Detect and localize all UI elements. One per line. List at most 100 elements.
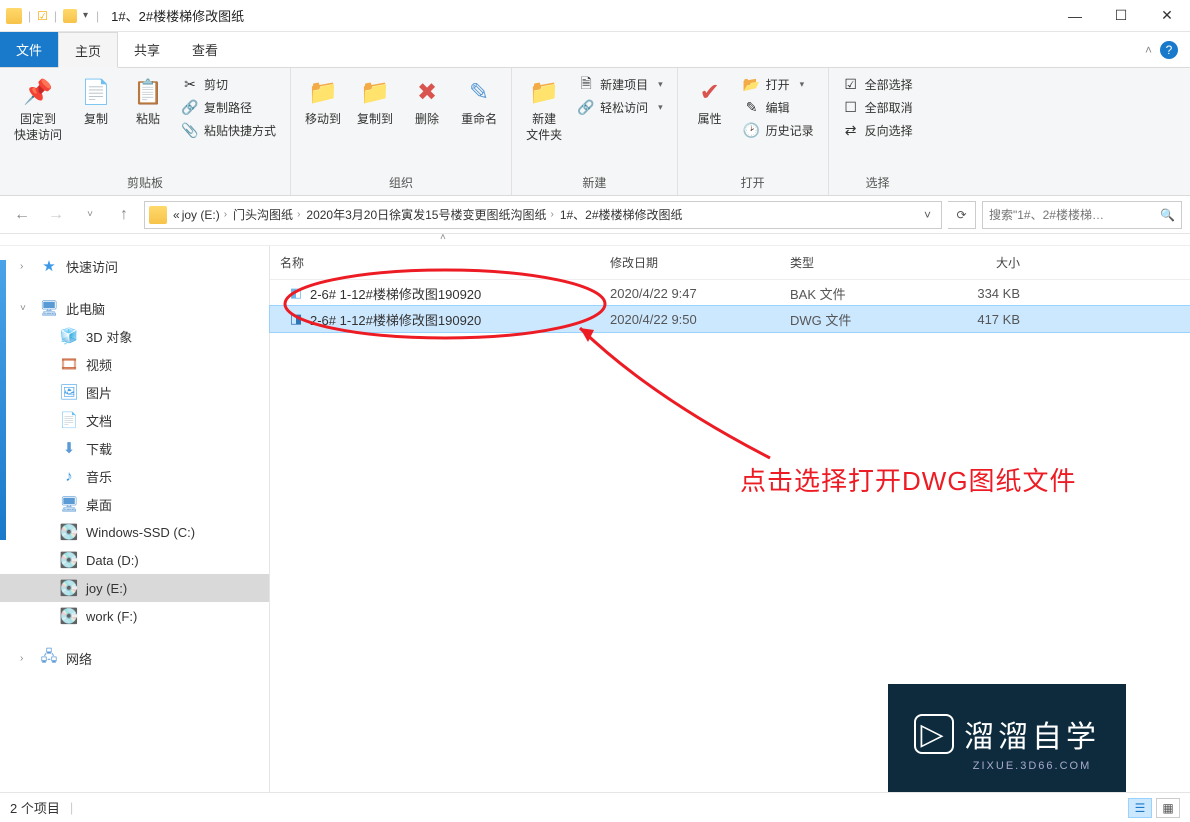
nav-this-pc[interactable]: ˅🖥此电脑 (0, 294, 269, 322)
folder-small-icon[interactable] (63, 9, 77, 23)
nav-documents[interactable]: 📄文档 (0, 406, 269, 434)
nav-drive-e[interactable]: 💽joy (E:) (0, 574, 269, 602)
group-select: ☑全部选择 ☐全部取消 ⇄反向选择 选择 (829, 68, 927, 195)
col-type[interactable]: 类型 (780, 254, 930, 271)
back-button[interactable]: ← (8, 201, 36, 229)
star-icon: ★ (40, 257, 58, 275)
file-size: 334 KB (930, 286, 1030, 301)
tab-home[interactable]: 主页 (58, 32, 118, 68)
search-icon[interactable]: 🔍 (1160, 208, 1175, 222)
expand-icon[interactable]: › (20, 261, 32, 272)
delete-button[interactable]: ✖删除 (401, 72, 453, 132)
nav-pictures[interactable]: 🖼图片 (0, 378, 269, 406)
newfolder-button[interactable]: 📁新建 文件夹 (518, 72, 570, 147)
easyaccess-icon: 🔗 (578, 100, 594, 116)
file-date: 2020/4/22 9:47 (600, 286, 780, 301)
breadcrumb-item[interactable]: 2020年3月20日徐寅发15号楼变更图纸沟图纸› (306, 206, 557, 223)
network-icon: 🖧 (40, 649, 58, 667)
breadcrumb-bar[interactable]: « joy (E:)› 门头沟图纸› 2020年3月20日徐寅发15号楼变更图纸… (144, 201, 942, 229)
tab-share[interactable]: 共享 (118, 32, 176, 67)
file-row[interactable]: ◨2-6# 1-12#楼梯修改图190920 2020/4/22 9:50 DW… (270, 306, 1190, 332)
easyaccess-button[interactable]: 🔗轻松访问▾ (574, 97, 667, 118)
properties-button[interactable]: ✔属性 (684, 72, 736, 132)
nav-videos[interactable]: 🎞视频 (0, 350, 269, 378)
tab-file[interactable]: 文件 (0, 32, 58, 67)
pin-quickaccess-button[interactable]: 📌固定到 快速访问 (6, 72, 70, 147)
breadcrumb-item[interactable]: joy (E:)› (182, 208, 231, 222)
close-button[interactable]: ✕ (1144, 0, 1190, 32)
expand-icon[interactable]: › (20, 653, 32, 664)
nav-desktop[interactable]: 🖥桌面 (0, 490, 269, 518)
nav-3d-objects[interactable]: 🧊3D 对象 (0, 322, 269, 350)
refresh-button[interactable]: ⟳ (948, 201, 976, 229)
expand-icon[interactable]: ˅ (20, 303, 32, 314)
cube-icon: 🧊 (60, 327, 78, 345)
file-type: BAK 文件 (780, 284, 930, 303)
col-size[interactable]: 大小 (930, 254, 1030, 271)
chevron-right-icon[interactable]: › (293, 209, 304, 220)
chevron-up-icon[interactable]: ˄ (440, 232, 446, 243)
copy-button[interactable]: 📄复制 (70, 72, 122, 132)
search-box[interactable]: 🔍 (982, 201, 1182, 229)
forward-button[interactable]: → (42, 201, 70, 229)
col-name[interactable]: 名称 (270, 254, 600, 271)
moveto-button[interactable]: 📁移动到 (297, 72, 349, 132)
nav-network[interactable]: ›🖧网络 (0, 644, 269, 672)
icons-view-button[interactable]: ▦ (1156, 798, 1180, 818)
breadcrumb-item[interactable]: 门头沟图纸› (233, 206, 304, 223)
item-count: 2 个项目 (10, 798, 60, 817)
chevron-right-icon[interactable]: › (546, 209, 557, 220)
breadcrumb-dropdown[interactable]: ˅ (918, 208, 937, 222)
moveto-icon: 📁 (307, 76, 339, 108)
nav-downloads[interactable]: ⬇下载 (0, 434, 269, 462)
ribbon-collapse-icon[interactable]: ˄ (1145, 43, 1152, 57)
nav-music[interactable]: ♪音乐 (0, 462, 269, 490)
minimize-button[interactable]: — (1052, 0, 1098, 32)
search-input[interactable] (989, 208, 1160, 222)
recent-dropdown[interactable]: ˅ (76, 201, 104, 229)
navigation-pane[interactable]: ›★快速访问 ˅🖥此电脑 🧊3D 对象 🎞视频 🖼图片 📄文档 ⬇下载 ♪音乐 … (0, 246, 270, 808)
edit-button[interactable]: ✎编辑 (740, 97, 818, 118)
nav-quick-access[interactable]: ›★快速访问 (0, 252, 269, 280)
group-label: 组织 (297, 172, 505, 193)
maximize-button[interactable]: ☐ (1098, 0, 1144, 32)
pasteshortcut-button[interactable]: 📎粘贴快捷方式 (178, 120, 280, 141)
col-date[interactable]: 修改日期 (600, 254, 780, 271)
rename-button[interactable]: ✎重命名 (453, 72, 505, 132)
qat-dropdown-icon[interactable]: ▾ (81, 10, 90, 21)
paste-button[interactable]: 📋粘贴 (122, 72, 174, 132)
newitem-button[interactable]: 🗎新建项目▾ (574, 74, 667, 95)
breadcrumb-item[interactable]: 1#、2#楼楼梯修改图纸 (560, 206, 683, 223)
desktop-icon: 🖥 (60, 495, 78, 513)
breadcrumb-prefix[interactable]: « (173, 208, 180, 222)
nav-drive-d[interactable]: 💽Data (D:) (0, 546, 269, 574)
copypath-button[interactable]: 🔗复制路径 (178, 97, 280, 118)
ribbon-tabs: 文件 主页 共享 查看 ˄ ? (0, 32, 1190, 68)
nav-drive-f[interactable]: 💽work (F:) (0, 602, 269, 630)
history-button[interactable]: 🕑历史记录 (740, 120, 818, 141)
cut-button[interactable]: ✂剪切 (178, 74, 280, 95)
file-row[interactable]: ◧2-6# 1-12#楼梯修改图190920 2020/4/22 9:47 BA… (270, 280, 1190, 306)
column-headers[interactable]: 名称 修改日期 类型 大小 (270, 246, 1190, 280)
selectnone-button[interactable]: ☐全部取消 (839, 97, 917, 118)
video-icon: 🎞 (60, 355, 78, 373)
title-bar: | ☑ | ▾ | 1#、2#楼楼梯修改图纸 — ☐ ✕ (0, 0, 1190, 32)
copyto-button[interactable]: 📁复制到 (349, 72, 401, 132)
open-button[interactable]: 📂打开▾ (740, 74, 818, 95)
checkbox-icon[interactable]: ☑ (37, 9, 48, 23)
details-view-button[interactable]: ☰ (1128, 798, 1152, 818)
window-buttons: — ☐ ✕ (1052, 0, 1190, 32)
watermark: ▷ 溜溜自学 ZIXUE.3D66.COM (888, 684, 1126, 800)
up-button[interactable]: ↑ (110, 201, 138, 229)
chevron-right-icon[interactable]: › (220, 209, 231, 220)
help-icon[interactable]: ? (1160, 41, 1178, 59)
selectall-button[interactable]: ☑全部选择 (839, 74, 917, 95)
file-name: 2-6# 1-12#楼梯修改图190920 (310, 284, 481, 303)
nav-drive-c[interactable]: 💽Windows-SSD (C:) (0, 518, 269, 546)
invertselect-button[interactable]: ⇄反向选择 (839, 120, 917, 141)
pasteshortcut-icon: 📎 (182, 123, 198, 139)
file-date: 2020/4/22 9:50 (600, 312, 780, 327)
separator: | (52, 9, 59, 23)
group-new: 📁新建 文件夹 🗎新建项目▾ 🔗轻松访问▾ 新建 (512, 68, 678, 195)
tab-view[interactable]: 查看 (176, 32, 234, 67)
